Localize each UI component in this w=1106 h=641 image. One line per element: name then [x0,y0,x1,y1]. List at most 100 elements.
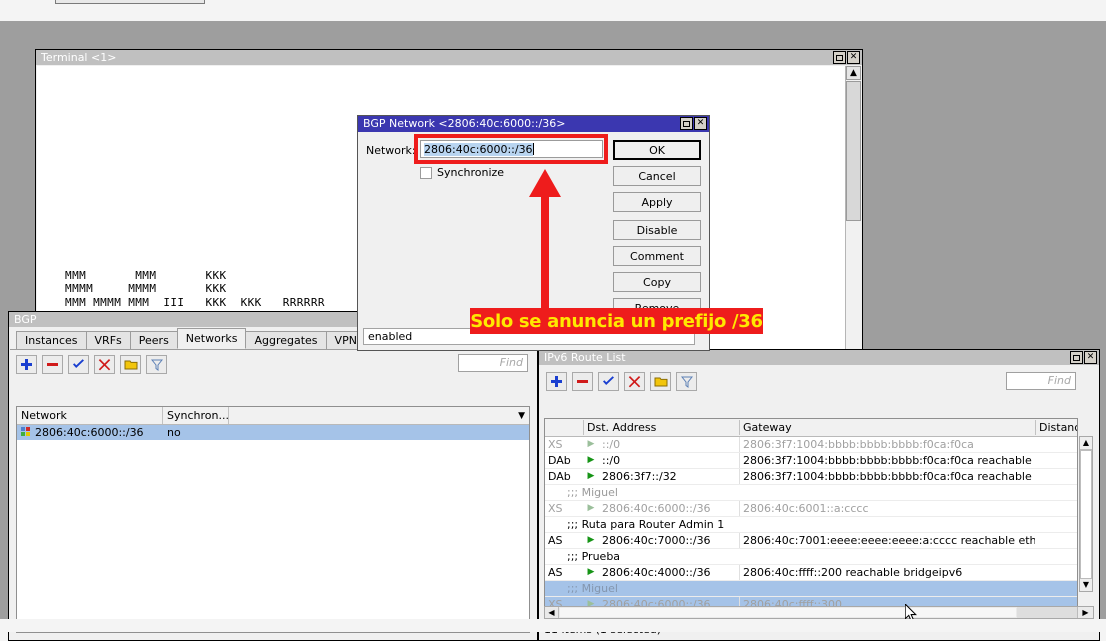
apply-button[interactable]: Apply [613,192,701,212]
terminal-titlebar[interactable]: Terminal <1> ✕ [36,50,862,65]
route-arrow-icon: ▶ [583,453,599,468]
tab-networks[interactable]: Networks [177,328,247,349]
column-header-distance[interactable]: Distance [1035,420,1077,435]
cell-gateway: 2806:40c:6001::a:cccc [739,501,1035,516]
route-comment-row[interactable]: ;;; Miguel [545,581,1077,597]
route-comment-row[interactable]: ;;; Miguel [545,485,1077,501]
comment-icon[interactable] [120,355,141,374]
cell-gateway: 2806:3f7:1004:bbbb:bbbb:bbbb:f0ca:f0ca [739,437,1035,452]
close-icon[interactable]: ✕ [1084,351,1097,364]
route-arrow-icon: ▶ [583,501,599,516]
maximize-icon[interactable] [1070,351,1083,364]
filter-icon[interactable] [676,372,697,391]
enable-icon[interactable] [598,372,619,391]
scrollbar-thumb[interactable] [1080,450,1092,582]
tab-vrfs[interactable]: VRFs [86,331,131,349]
bgp-window[interactable]: BGP InstancesVRFsPeersNetworksAggregates… [8,311,538,641]
cell-dst-address: 2806:40c:4000::/36 [599,565,739,580]
table-row[interactable]: AS▶2806:40c:7000::/362806:40c:7001:eeee:… [545,533,1077,549]
route-list-table[interactable]: Dst. Address Gateway Distance XS▶::/0280… [544,418,1078,609]
ipv6-route-list-window[interactable]: IPv6 Route List ✕ [538,349,1100,641]
table-row[interactable]: DAb▶2806:3f7::/322806:3f7:1004:bbbb:bbbb… [545,469,1077,485]
route-arrow-icon: ▶ [583,469,599,484]
bgp-networks-table[interactable]: Network Synchron... ▼ 2806:40c:6000::/36… [16,406,530,633]
remove-icon[interactable] [42,355,63,374]
close-icon[interactable]: ✕ [694,117,707,130]
route-comment-row[interactable]: ;;; Ruta para Router Admin 1 [545,517,1077,533]
cell-network: 2806:40c:6000::/36 [17,425,163,440]
hscrollbar-thumb[interactable] [560,608,1016,617]
ok-button[interactable]: OK [613,140,701,160]
scroll-left-icon[interactable]: ◀ [545,607,559,618]
bgp-toolbar[interactable]: Find [10,350,536,378]
close-icon[interactable]: ✕ [847,51,860,64]
column-header-network[interactable]: Network [17,407,163,424]
tab-instances[interactable]: Instances [16,331,87,349]
cell-flags: DAb [545,469,583,484]
bgp-find-input[interactable]: Find [458,354,528,372]
synchronize-checkbox[interactable] [420,167,432,179]
scroll-right-icon[interactable]: ▶ [1077,607,1093,618]
remove-icon[interactable] [572,372,593,391]
tab-aggregates[interactable]: Aggregates [245,331,326,349]
scrollbar-thumb[interactable] [846,81,861,221]
bottom-strip [0,619,1106,632]
disable-icon[interactable] [624,372,645,391]
top-strip [0,0,1106,21]
tab-peers[interactable]: Peers [130,331,178,349]
network-status-icon [21,427,32,438]
cell-dst-address: ::/0 [599,437,739,452]
comment-button[interactable]: Comment [613,246,701,266]
cell-dst-address: 2806:40c:7000::/36 [599,533,739,548]
dialog-button-column: OKCancelApplyDisableCommentCopyRemove [613,140,701,324]
route-table-header: Dst. Address Gateway Distance [545,419,1077,437]
cell-gateway: 2806:3f7:1004:bbbb:bbbb:bbbb:f0ca:f0ca r… [739,469,1035,484]
synchronize-row[interactable]: Synchronize [420,166,504,179]
screen: Terminal <1> ✕ MMM MMM KKK MMMM MMMM KKK… [0,0,1106,632]
column-header-synchronize[interactable]: Synchron... [163,407,229,424]
bgp-window-body: InstancesVRFsPeersNetworksAggregatesVPN4… [10,328,536,639]
terminal-window-buttons: ✕ [833,51,860,64]
hscrollbar-track[interactable] [1017,607,1077,618]
scroll-up-icon[interactable]: ▲ [1080,437,1092,450]
column-header-gateway[interactable]: Gateway [739,420,1035,435]
route-arrow-icon: ▶ [583,437,599,452]
table-row[interactable]: XS▶::/02806:3f7:1004:bbbb:bbbb:bbbb:f0ca… [545,437,1077,453]
scroll-down-icon[interactable]: ▼ [1080,578,1092,591]
cell-dst-address: 2806:40c:6000::/36 [599,501,739,516]
maximize-icon[interactable] [680,117,693,130]
comment-icon[interactable] [650,372,671,391]
route-comment-row[interactable]: ;;; Prueba [545,549,1077,565]
table-row[interactable]: XS▶2806:40c:6000::/362806:40c:6001::a:cc… [545,501,1077,517]
route-list-hscrollbar[interactable]: ◀ ▶ [544,606,1094,619]
cell-synchronize: no [163,425,229,440]
table-row[interactable]: DAb▶::/02806:3f7:1004:bbbb:bbbb:bbbb:f0c… [545,453,1077,469]
route-list-vscrollbar[interactable]: ▲ ▼ [1079,436,1093,592]
route-list-find-input[interactable]: Find [1006,372,1076,390]
maximize-icon[interactable] [833,51,846,64]
filter-icon[interactable] [146,355,167,374]
disable-icon[interactable] [94,355,115,374]
cancel-button[interactable]: Cancel [613,166,701,186]
route-list-titlebar[interactable]: IPv6 Route List ✕ [539,350,1099,365]
disable-button[interactable]: Disable [613,220,701,240]
route-list-window-buttons: ✕ [1070,351,1097,364]
route-list-toolbar[interactable]: Find [540,366,1098,395]
terminal-scrollbar[interactable]: ▲ [845,66,861,351]
route-arrow-icon: ▶ [583,565,599,580]
scroll-up-icon[interactable]: ▲ [846,66,861,80]
copy-button[interactable]: Copy [613,272,701,292]
table-row[interactable]: 2806:40c:6000::/36no [17,425,529,440]
bgp-title-text: BGP [14,313,37,326]
cell-flags: AS [545,565,583,580]
table-row[interactable]: AS▶2806:40c:4000::/362806:40c:ffff::200 … [545,565,1077,581]
add-icon[interactable] [16,355,37,374]
column-header-dst-address[interactable]: Dst. Address [583,420,739,435]
cell-gateway: 2806:40c:ffff::200 reachable bridgeipv6 [739,565,1035,580]
annotation-text: Solo se anuncia un prefijo /36 [470,311,762,332]
cell-flags: XS [545,501,583,516]
dialog-titlebar[interactable]: BGP Network <2806:40c:6000::/36> ✕ [358,116,709,132]
enable-icon[interactable] [68,355,89,374]
cell-dst-address: ::/0 [599,453,739,468]
add-icon[interactable] [546,372,567,391]
